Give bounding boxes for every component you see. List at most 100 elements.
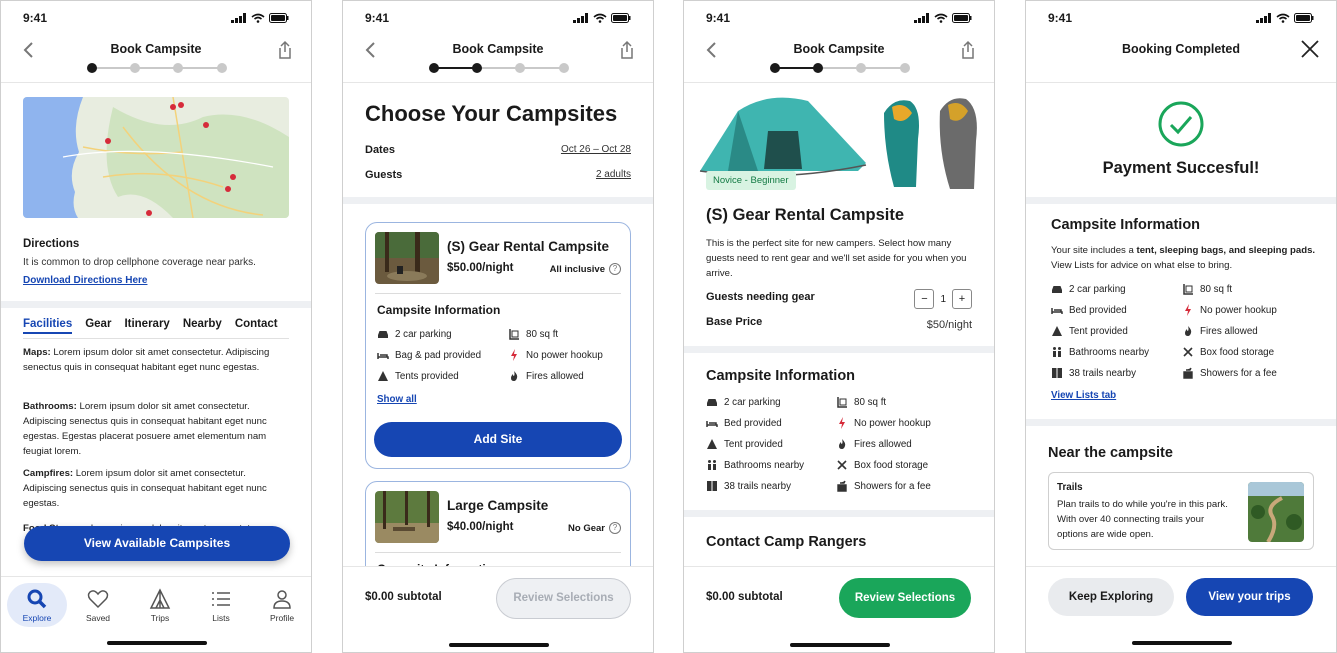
- signal-icon: [1256, 13, 1271, 23]
- wifi-icon: [251, 13, 265, 23]
- contact-title: Contact Camp Rangers: [706, 534, 867, 550]
- show-all-link[interactable]: Show all: [377, 394, 417, 405]
- share-icon[interactable]: [275, 39, 295, 61]
- amenity-item: Tent provided: [706, 438, 783, 450]
- step-dot: [87, 63, 97, 73]
- help-icon[interactable]: ?: [609, 263, 621, 275]
- nav-lists[interactable]: Lists: [191, 583, 251, 623]
- nav-saved[interactable]: Saved: [68, 583, 128, 623]
- campsite-card[interactable]: (S) Gear Rental Campsite $50.00/night Al…: [365, 222, 631, 469]
- nav-trips[interactable]: Trips: [130, 583, 190, 623]
- nav-profile[interactable]: Profile: [252, 583, 311, 623]
- tab-itinerary[interactable]: Itinerary: [124, 318, 169, 334]
- screen-directions: 9:41 Book Campsite Directions It is comm…: [0, 0, 312, 653]
- status-icons: [914, 13, 972, 23]
- card-tag: All inclusive?: [550, 263, 621, 275]
- review-selections-button[interactable]: Review Selections: [839, 578, 971, 618]
- section-divider: [1026, 419, 1336, 426]
- area-icon: [1183, 284, 1193, 295]
- step-dot: [813, 63, 823, 73]
- tent-icon: [707, 439, 717, 449]
- area-icon: [837, 397, 847, 408]
- amenity-item: Box food storage: [1182, 346, 1274, 358]
- tab-gear[interactable]: Gear: [85, 318, 111, 334]
- increment-button[interactable]: +: [952, 289, 972, 309]
- page-title: Book Campsite: [110, 42, 202, 56]
- share-icon[interactable]: [617, 39, 637, 61]
- share-icon[interactable]: [958, 39, 978, 61]
- trail-map-icon: [707, 481, 717, 491]
- info-tabs: Facilities Gear Itinerary Nearby Contact: [23, 318, 278, 334]
- view-trips-button[interactable]: View your trips: [1186, 578, 1313, 616]
- section-divider: [343, 197, 653, 204]
- help-icon[interactable]: ?: [609, 522, 621, 534]
- home-indicator: [449, 643, 549, 647]
- card-price: $40.00/night: [447, 521, 514, 533]
- download-directions-link[interactable]: Download Directions Here: [23, 275, 147, 286]
- amenity-item: Bathrooms nearby: [1051, 346, 1149, 358]
- shower-icon: [837, 480, 847, 492]
- decrement-button[interactable]: −: [914, 289, 935, 309]
- amenity-item: No power hookup: [836, 417, 931, 429]
- step-dot: [770, 63, 780, 73]
- amenity-item: 2 car parking: [377, 328, 452, 340]
- signal-icon: [231, 13, 246, 23]
- status-bar: 9:41: [684, 1, 994, 35]
- amenity-item: Fires allowed: [836, 438, 912, 450]
- battery-icon: [952, 13, 972, 23]
- step-dot: [900, 63, 910, 73]
- facility-paragraph: Campfires: Lorem ipsum dolor sit amet co…: [23, 468, 267, 509]
- payment-success-title: Payment Succesful!: [1102, 159, 1260, 177]
- subtotal: $0.00 subtotal: [365, 591, 442, 603]
- nav-explore[interactable]: Explore: [7, 583, 67, 627]
- guests-value[interactable]: 2 adults: [596, 169, 631, 181]
- fire-icon: [511, 371, 518, 381]
- amenity-item: Fires allowed: [508, 370, 584, 382]
- card-divider: [375, 293, 621, 294]
- status-time: 9:41: [706, 11, 731, 25]
- step-dot: [130, 63, 140, 73]
- heart-icon: [87, 590, 109, 609]
- amenity-item: 2 car parking: [1051, 283, 1126, 295]
- tab-contact[interactable]: Contact: [235, 318, 278, 334]
- campsite-info-title: Campsite Information: [1051, 217, 1201, 233]
- section-divider: [684, 510, 994, 517]
- trails-card[interactable]: Trails Plan trails to do while you're in…: [1048, 472, 1314, 550]
- step-dot: [856, 63, 866, 73]
- food-storage-icon: [1183, 347, 1193, 357]
- tab-nearby[interactable]: Nearby: [183, 318, 222, 334]
- tab-facilities[interactable]: Facilities: [23, 318, 73, 334]
- step-dot: [217, 63, 227, 73]
- close-icon[interactable]: [1300, 39, 1320, 59]
- near-campsite-title: Near the campsite: [1048, 445, 1173, 461]
- trails-description: Plan trails to do while you're in this p…: [1057, 499, 1228, 540]
- guests-gear-count: 1: [940, 293, 946, 305]
- battery-icon: [611, 13, 631, 23]
- review-selections-button[interactable]: Review Selections: [496, 578, 631, 619]
- amenity-item: 80 sq ft: [1182, 283, 1232, 295]
- view-campsites-button[interactable]: View Available Campsites: [24, 526, 290, 561]
- subtotal: $0.00 subtotal: [706, 591, 783, 603]
- car-icon: [1052, 286, 1062, 293]
- car-icon: [378, 331, 388, 338]
- car-icon: [707, 399, 717, 406]
- campsite-map[interactable]: [23, 97, 289, 218]
- wifi-icon: [934, 13, 948, 23]
- amenity-item: Tent provided: [1051, 325, 1128, 337]
- add-site-button[interactable]: Add Site: [374, 422, 622, 457]
- base-price-value: $50/night: [926, 319, 972, 331]
- dates-value[interactable]: Oct 26 – Oct 28: [561, 144, 631, 156]
- campsite-title: (S) Gear Rental Campsite: [706, 206, 905, 224]
- keep-exploring-button[interactable]: Keep Exploring: [1048, 578, 1174, 616]
- screen-booking-completed: 9:41 Booking Completed Payment Succesful…: [1025, 0, 1337, 653]
- amenity-item: Fires allowed: [1182, 325, 1258, 337]
- card-title: (S) Gear Rental Campsite: [447, 239, 610, 254]
- signal-icon: [573, 13, 588, 23]
- dates-label: Dates: [365, 144, 395, 156]
- amenity-item: Bed provided: [706, 417, 782, 429]
- progress-stepper: [87, 63, 227, 73]
- step-dot: [515, 63, 525, 73]
- no-power-icon: [1185, 304, 1191, 316]
- view-lists-link[interactable]: View Lists tab: [1051, 390, 1116, 401]
- card-tag: No Gear?: [568, 522, 621, 534]
